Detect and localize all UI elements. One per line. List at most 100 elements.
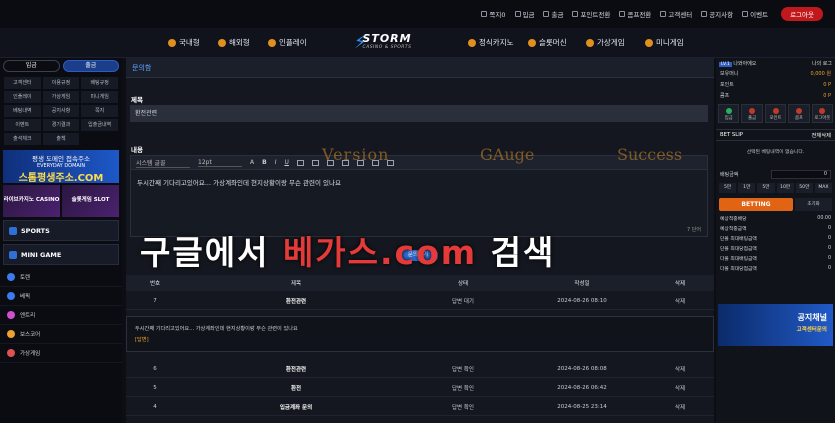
sidebar-item-toren[interactable]: 토렌 xyxy=(0,268,122,287)
chip-10k[interactable]: 1만 xyxy=(738,183,756,193)
small-logout-link[interactable]: 로그 xyxy=(823,61,832,67)
chip-100k[interactable]: 10만 xyxy=(776,183,794,193)
live-casino-banner[interactable]: 라이브카지노 CASINO xyxy=(3,185,60,217)
domain-banner[interactable]: 평생 도메인 접속주소 EVERYDAY DOMAIN 스톰평생주소.COM xyxy=(3,150,119,184)
nav-slot[interactable]: 슬롯머신 xyxy=(528,37,567,48)
chip-max[interactable]: MAX xyxy=(814,183,833,193)
chip-5k[interactable]: 5만 xyxy=(719,183,737,193)
delete-button[interactable]: 삭제 xyxy=(646,384,714,392)
align-left-icon[interactable] xyxy=(296,159,304,166)
sidebar-item-bepick[interactable]: 베픽 xyxy=(0,287,122,306)
watermark-gauge: GAuge xyxy=(480,145,535,164)
delete-button[interactable]: 삭제 xyxy=(646,365,714,373)
top-link-point-exchange[interactable]: 포인트전환 xyxy=(572,9,610,19)
logout-button[interactable]: 로그아웃 xyxy=(781,7,823,21)
menu-results[interactable]: 경기결과 xyxy=(42,119,80,131)
nav-mini[interactable]: 미니게임 xyxy=(645,37,684,48)
sidebar-item-entry[interactable]: 엔트리 xyxy=(0,306,122,325)
watermark-version: Version xyxy=(322,145,390,164)
delete-button[interactable]: 삭제 xyxy=(646,297,714,305)
top-bar: 쪽지0 입금 출금 포인트전환 콤프전환 고객센터 공지사항 이벤트 로그아웃 xyxy=(0,0,835,28)
table-row[interactable]: 7 환전관련 답변 대기 2024-08-26 08:10 삭제 xyxy=(126,292,714,310)
boscore-icon xyxy=(7,330,15,338)
quick-actions: 입금 출금 포인트 콤프 로그아웃 xyxy=(716,101,835,126)
nav-inplay[interactable]: 인플레이 xyxy=(268,37,307,48)
withdraw-button[interactable]: 출금 xyxy=(62,60,119,72)
slot-banner[interactable]: 슬롯게임 SLOT xyxy=(62,185,119,217)
font-select[interactable]: 시스템 글꼴 xyxy=(136,158,190,168)
col-date: 작성일 xyxy=(574,281,590,287)
event-icon xyxy=(742,11,749,17)
align-center-icon[interactable] xyxy=(311,159,319,166)
menu-support[interactable]: 고객센터 xyxy=(4,77,41,89)
sidebar-item-boscore[interactable]: 보스코어 xyxy=(0,325,122,344)
menu-event[interactable]: 이벤트 xyxy=(4,119,41,131)
comp-row: 콤프 0 P xyxy=(720,92,831,100)
text-color-icon[interactable]: A xyxy=(250,159,254,166)
menu-mini[interactable]: 미니게임 xyxy=(81,91,118,103)
quick-deposit-button[interactable]: 입금 xyxy=(718,104,740,123)
nav-domestic[interactable]: 국내형 xyxy=(168,37,200,48)
word-counter: 7 단어 xyxy=(687,227,701,233)
top-link-notice[interactable]: 공지사항 xyxy=(701,9,733,19)
chip-500k[interactable]: 50만 xyxy=(795,183,813,193)
underline-icon[interactable]: U xyxy=(284,159,288,166)
table-row[interactable]: 6 환전관련 답변 확인 2024-08-26 08:08 삭제 xyxy=(126,360,714,378)
quick-withdraw-button[interactable]: 출금 xyxy=(741,104,763,123)
notice-icon xyxy=(701,11,708,17)
menu-bet-history[interactable]: 베팅내역 xyxy=(4,105,41,117)
table-row[interactable]: 4 입금계좌 문의 답변 확인 2024-08-25 23:14 삭제 xyxy=(126,398,714,416)
menu-messages[interactable]: 쪽지 xyxy=(81,105,118,117)
nav-overseas[interactable]: 해외형 xyxy=(218,37,250,48)
content-label: 내용 xyxy=(131,146,143,154)
bet-amount-input[interactable]: 0 xyxy=(771,170,831,179)
notice-channel-banner[interactable]: 공지채널 고객센터문의 xyxy=(718,304,833,346)
casino-icon xyxy=(468,38,476,47)
quick-logout-button[interactable]: 로그아웃 xyxy=(811,104,834,123)
nav-virtual[interactable]: 가상게임 xyxy=(586,37,625,48)
menu-transactions[interactable]: 입출금내역 xyxy=(81,119,118,131)
top-link-event[interactable]: 이벤트 xyxy=(742,9,768,19)
menu-attendance[interactable]: 출석체크 xyxy=(4,133,41,145)
panel-title: 문의함 xyxy=(126,58,714,78)
menu-virtual[interactable]: 가상게임 xyxy=(42,91,80,103)
main-nav: 국내형 해외형 인플레이 ⚡ STORM CASINO & SPORTS 정식카지노… xyxy=(0,28,835,58)
entry-icon xyxy=(7,311,15,319)
sidebar-item-virtual[interactable]: 가상게임 xyxy=(0,344,122,363)
summary-row: 다폴 최대당첨금액 0 xyxy=(720,265,831,272)
italic-icon[interactable]: I xyxy=(275,159,277,166)
left-sidebar: 입금 출금 고객센터 이용규정 배팅규정 인플레이 가상게임 미니게임 베팅내역… xyxy=(0,58,122,423)
mypage-link[interactable]: 나의 xyxy=(812,61,821,67)
bet-amount-row: 배팅금액 0 xyxy=(716,169,835,180)
betting-button[interactable]: BETTING xyxy=(719,198,793,211)
menu-bet-rules[interactable]: 배팅규정 xyxy=(81,77,118,89)
answer-label: [답변] xyxy=(135,337,149,343)
site-logo[interactable]: ⚡ STORM CASINO & SPORTS xyxy=(352,32,422,54)
quick-point-button[interactable]: 포인트 xyxy=(764,104,787,123)
top-link-messages[interactable]: 쪽지0 xyxy=(481,9,506,19)
minigame-block[interactable]: MINI GAME xyxy=(3,244,119,265)
deposit-button[interactable]: 입금 xyxy=(3,60,60,72)
top-link-comp-exchange[interactable]: 콤프전환 xyxy=(619,9,651,19)
clear-all-button[interactable]: 전체삭제 xyxy=(812,131,832,139)
chip-50k[interactable]: 5만 xyxy=(757,183,775,193)
quick-comp-button[interactable]: 콤프 xyxy=(788,104,810,123)
top-link-deposit[interactable]: 입금 xyxy=(514,9,534,19)
menu-inplay[interactable]: 인플레이 xyxy=(4,91,41,103)
reset-button[interactable]: 초기화 xyxy=(795,198,832,211)
top-link-withdraw[interactable]: 출금 xyxy=(543,9,563,19)
sports-block[interactable]: SPORTS xyxy=(3,220,119,241)
size-select[interactable]: 12pt xyxy=(198,159,242,167)
menu-notice[interactable]: 공지사항 xyxy=(42,105,80,117)
toren-icon xyxy=(7,273,15,281)
bold-icon[interactable]: B xyxy=(262,159,267,166)
table-row[interactable]: 5 환전 답변 확인 2024-08-26 06:42 삭제 xyxy=(126,379,714,397)
top-link-support[interactable]: 고객센터 xyxy=(660,9,692,19)
bolt-icon: ⚡ xyxy=(354,32,368,53)
delete-button[interactable]: 삭제 xyxy=(646,403,714,411)
content-editor[interactable]: 시스템 글꼴 12pt A B I U 두시간째 기다리고있어요... 가상계좌… xyxy=(130,155,708,237)
nav-casino[interactable]: 정식카지노 xyxy=(468,37,514,48)
subject-input[interactable]: 환전관련 xyxy=(130,105,708,122)
menu-check[interactable]: 출첵 xyxy=(42,133,80,145)
menu-rules[interactable]: 이용규정 xyxy=(42,77,80,89)
